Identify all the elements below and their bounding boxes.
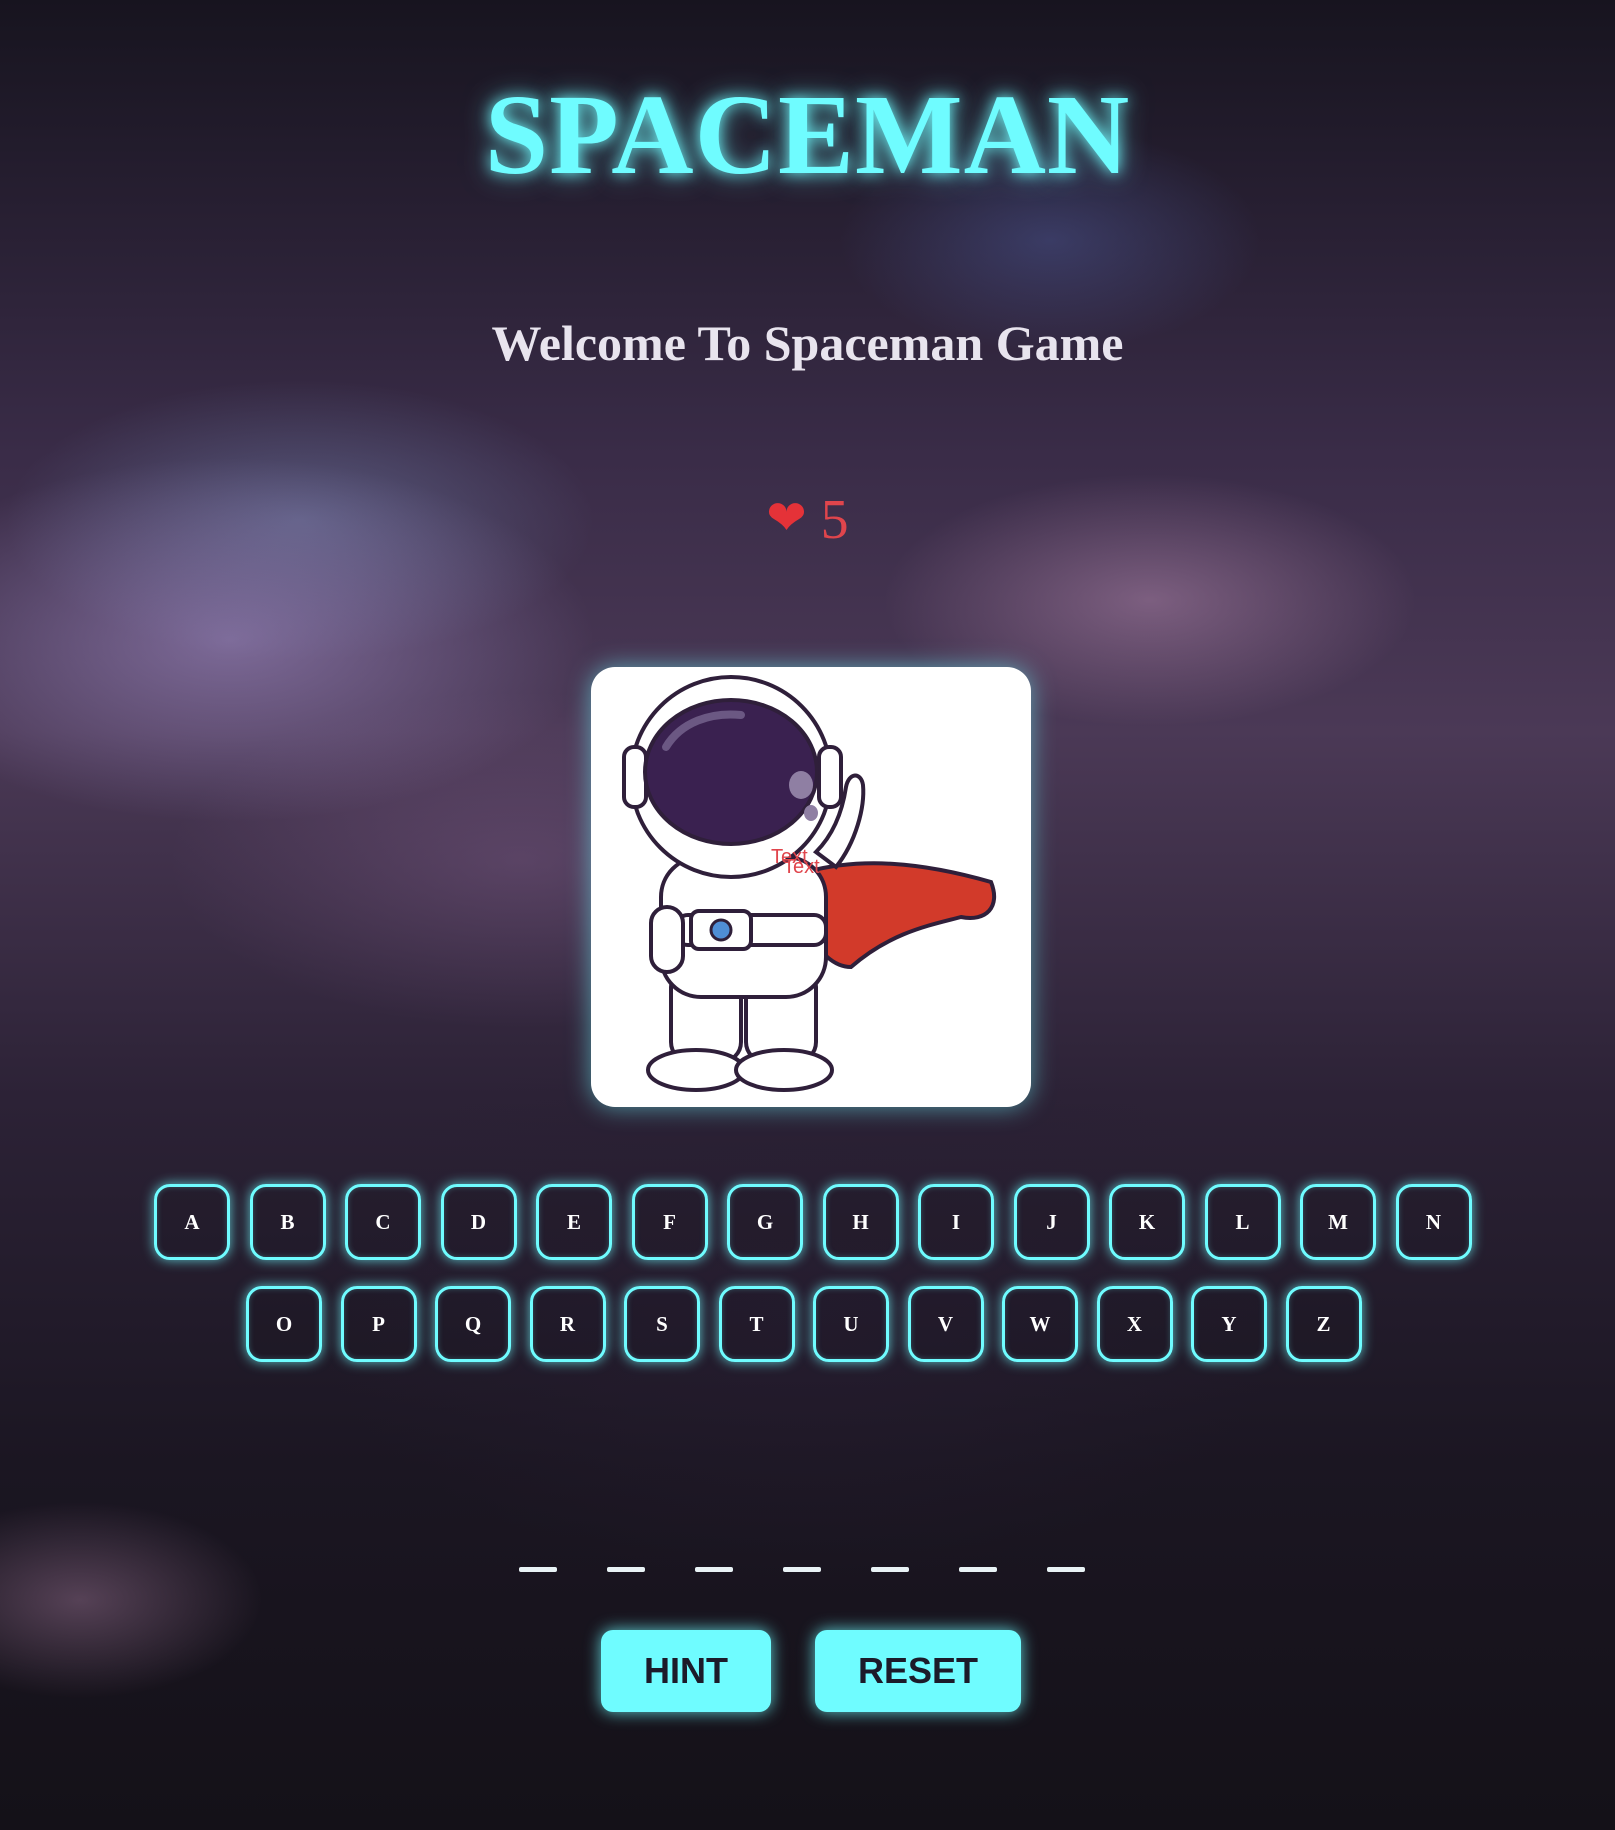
heart-icon: ❤ [766,490,807,546]
letter-key-b[interactable]: B [249,1184,326,1260]
letter-key-i[interactable]: I [918,1184,994,1260]
letter-key-f[interactable]: F [631,1184,708,1260]
letter-blank [1047,1567,1085,1572]
letter-key-x[interactable]: X [1096,1286,1173,1362]
letter-key-p[interactable]: P [340,1286,417,1362]
letter-blank [695,1567,733,1572]
letter-key-c[interactable]: C [345,1184,421,1260]
letter-key-z[interactable]: Z [1285,1286,1362,1362]
letter-key-h[interactable]: H [822,1184,899,1260]
letter-key-w[interactable]: W [1002,1286,1078,1362]
letter-key-a[interactable]: A [154,1184,230,1260]
letter-key-e[interactable]: E [536,1184,612,1260]
letter-key-y[interactable]: Y [1191,1286,1267,1362]
hint-button[interactable]: HINT [601,1630,771,1712]
letter-key-q[interactable]: Q [435,1286,511,1362]
letter-key-t[interactable]: T [718,1286,795,1362]
letter-key-s[interactable]: S [624,1286,700,1362]
letter-key-m[interactable]: M [1300,1184,1376,1260]
letter-blank [783,1567,821,1572]
keyboard-row-1: ABCDEFGHIJKLMN [0,1184,1615,1266]
word-blanks [0,1567,1615,1577]
letter-key-v[interactable]: V [907,1286,984,1362]
letter-blank [871,1567,909,1572]
letter-key-j[interactable]: J [1013,1184,1090,1260]
letter-key-r[interactable]: R [529,1286,606,1362]
letter-key-u[interactable]: U [813,1286,889,1362]
letter-key-d[interactable]: D [440,1184,517,1260]
letter-key-l[interactable]: L [1204,1184,1281,1260]
letter-blank [959,1567,997,1572]
lives-counter: ❤ 5 [0,492,1615,548]
game-title: SPACEMAN [484,71,1131,198]
keyboard-row-2: OPQRSTUVWXYZ [0,1286,1615,1368]
letter-blank [607,1567,645,1572]
letter-key-g[interactable]: G [727,1184,803,1260]
letter-key-k[interactable]: K [1109,1184,1185,1260]
letter-key-o[interactable]: O [246,1286,322,1362]
astronaut-illustration: Text Text [622,675,997,1092]
lives-count: 5 [820,489,849,551]
overlay-text-2: Text [783,856,820,878]
welcome-message: Welcome To Spaceman Game [491,315,1124,371]
letter-blank [519,1567,557,1572]
letter-key-n[interactable]: N [1395,1184,1472,1260]
reset-button[interactable]: RESET [815,1630,1021,1712]
spaceman-image: Text Text [591,667,1031,1107]
